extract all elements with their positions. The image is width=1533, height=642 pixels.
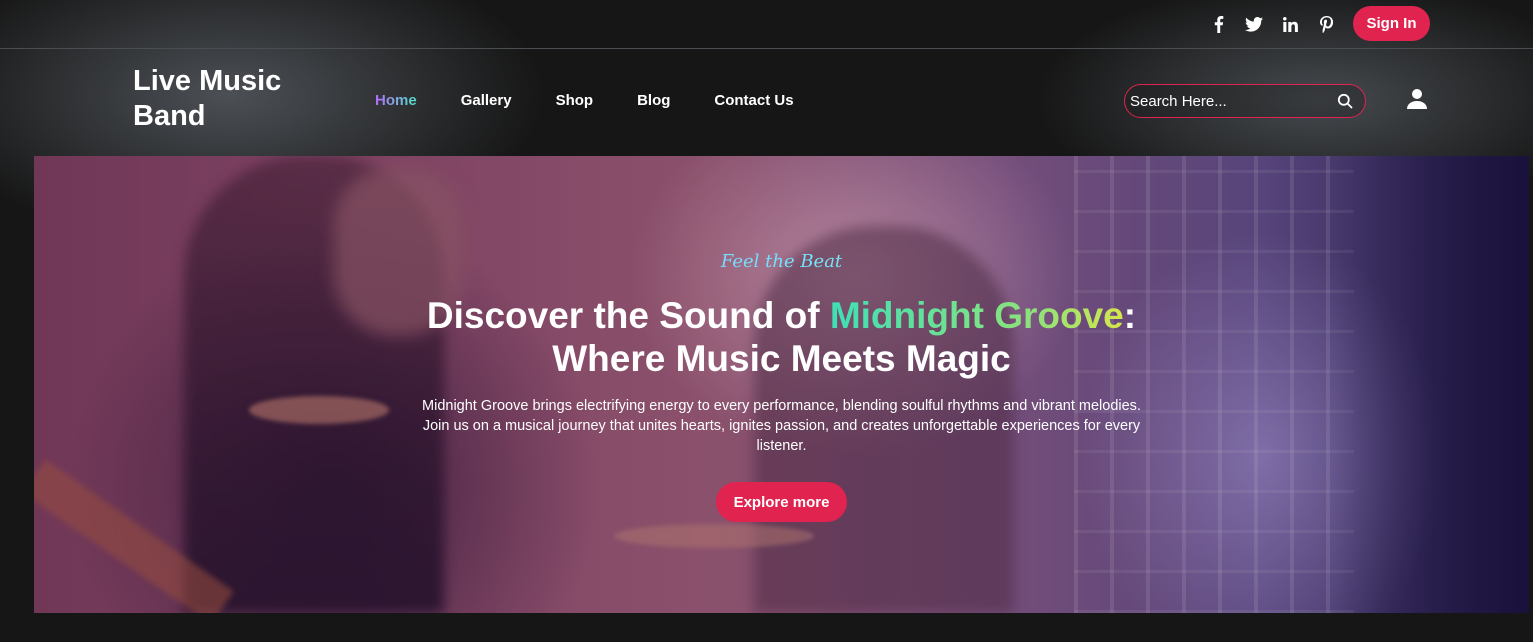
hero-content: Feel the Beat Discover the Sound of Midn… <box>34 156 1529 613</box>
hero-headline: Discover the Sound of Midnight Groove: W… <box>34 294 1529 380</box>
hero-description: Midnight Groove brings electrifying ener… <box>422 398 1141 454</box>
nav-item-gallery[interactable]: Gallery <box>461 92 512 109</box>
nav-item-contact-us[interactable]: Contact Us <box>714 92 793 109</box>
social-links <box>1208 14 1336 34</box>
headline-part-2: : <box>1123 295 1137 336</box>
search-icon[interactable] <box>1337 93 1353 109</box>
facebook-icon[interactable] <box>1208 14 1228 34</box>
nav-item-shop[interactable]: Shop <box>556 92 594 109</box>
logo-line-2: Band <box>133 100 206 132</box>
explore-more-button[interactable]: Explore more <box>716 482 847 522</box>
hero-section: Feel the Beat Discover the Sound of Midn… <box>34 156 1529 613</box>
logo-line-1: Live Music <box>133 65 282 97</box>
search-box <box>1124 84 1366 118</box>
headline-line-2: Where Music Meets Magic <box>552 338 1011 379</box>
pinterest-icon[interactable] <box>1316 14 1336 34</box>
nav-item-blog[interactable]: Blog <box>637 92 670 109</box>
headline-part-1: Discover the Sound of <box>426 295 830 336</box>
site-logo[interactable]: Live Music Band <box>133 64 313 134</box>
hero-tagline: Feel the Beat <box>34 251 1529 272</box>
twitter-icon[interactable] <box>1244 14 1264 34</box>
headline-highlight: Midnight Groove <box>829 295 1124 336</box>
user-icon[interactable] <box>1406 88 1428 110</box>
linkedin-icon[interactable] <box>1280 14 1300 34</box>
nav-item-home[interactable]: Home <box>375 92 417 109</box>
sign-in-button[interactable]: Sign In <box>1353 6 1430 41</box>
main-nav: Home Gallery Shop Blog Contact Us <box>375 92 794 109</box>
search-input[interactable] <box>1130 92 1337 110</box>
top-bar: Sign In <box>0 0 1533 49</box>
